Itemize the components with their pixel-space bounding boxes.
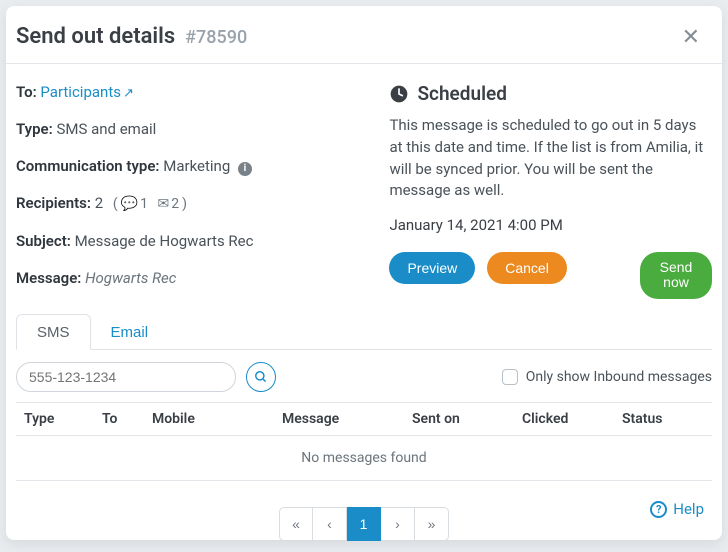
field-type: Type SMS and email — [16, 119, 365, 140]
message-value: Hogwarts Rec — [85, 269, 176, 287]
modal-body: To Participants↗ Type SMS and email Comm… — [6, 64, 722, 305]
details-panel: To Participants↗ Type SMS and email Comm… — [16, 82, 365, 305]
page-title: Send out details — [16, 24, 175, 49]
close-icon: ✕ — [682, 24, 700, 49]
cancel-button[interactable]: Cancel — [487, 252, 567, 284]
comm-type-label: Communication type — [16, 157, 163, 175]
comm-type-value: Marketing — [163, 157, 230, 175]
preview-button[interactable]: Preview — [389, 252, 475, 284]
close-button[interactable]: ✕ — [682, 26, 700, 48]
messages-table: Type To Mobile Message Sent on Clicked S… — [16, 402, 712, 481]
status-panel: Scheduled This message is scheduled to g… — [389, 82, 712, 305]
email-icon: ✉ — [157, 195, 169, 215]
inbound-filter[interactable]: Only show Inbound messages — [502, 369, 712, 385]
search-icon — [254, 370, 268, 384]
page-1[interactable]: 1 — [347, 507, 381, 541]
page-last[interactable]: » — [415, 507, 449, 541]
send-now-button[interactable]: Send now — [640, 252, 712, 299]
help-link[interactable]: ? Help — [650, 500, 704, 518]
action-buttons: Preview Cancel Send now — [389, 252, 712, 299]
send-out-details-modal: Send out details #78590 ✕ To Participant… — [6, 6, 722, 540]
search-button[interactable] — [246, 362, 276, 392]
recipients-breakdown: (💬1 ✉2) — [113, 196, 187, 212]
field-comm-type: Communication type Marketing i — [16, 156, 365, 177]
page-next[interactable]: › — [381, 507, 415, 541]
col-clicked: Clicked — [514, 402, 614, 435]
clock-icon — [389, 84, 409, 104]
field-recipients: Recipients 2 (💬1 ✉2) — [16, 193, 365, 215]
col-message: Message — [274, 402, 404, 435]
status-description: This message is scheduled to go out in 5… — [389, 115, 712, 202]
page-first[interactable]: « — [279, 507, 313, 541]
col-sent-on: Sent on — [404, 402, 514, 435]
status-heading: Scheduled — [389, 82, 712, 105]
tab-email[interactable]: Email — [91, 314, 169, 350]
sms-icon: 💬 — [121, 195, 138, 215]
field-message: Message Hogwarts Rec — [16, 268, 365, 289]
record-id: #78590 — [185, 27, 247, 48]
recipients-label: Recipients — [16, 194, 95, 212]
help-icon: ? — [650, 501, 667, 518]
tab-sms[interactable]: SMS — [16, 314, 91, 350]
col-mobile: Mobile — [144, 402, 274, 435]
type-label: Type — [16, 120, 56, 138]
status-datetime: January 14, 2021 4:00 PM — [389, 216, 712, 234]
table-header-row: Type To Mobile Message Sent on Clicked S… — [16, 402, 712, 435]
info-icon[interactable]: i — [238, 162, 252, 176]
external-link-icon: ↗ — [123, 86, 134, 101]
recipients-count: 2 — [95, 194, 103, 212]
subject-value: Message de Hogwarts Rec — [75, 232, 254, 250]
to-label: To — [16, 83, 40, 101]
page-prev[interactable]: ‹ — [313, 507, 347, 541]
subject-label: Subject — [16, 232, 75, 250]
to-link[interactable]: Participants↗ — [40, 83, 133, 101]
modal-header: Send out details #78590 ✕ — [6, 6, 722, 64]
inbound-checkbox[interactable] — [502, 369, 518, 385]
field-to: To Participants↗ — [16, 82, 365, 103]
col-type: Type — [16, 402, 94, 435]
pagination: « ‹ 1 › » — [6, 507, 722, 541]
field-subject: Subject Message de Hogwarts Rec — [16, 231, 365, 252]
inbound-label: Only show Inbound messages — [526, 369, 712, 385]
tabs: SMS Email — [16, 313, 712, 350]
filter-row: Only show Inbound messages — [6, 350, 722, 402]
phone-search-input[interactable] — [16, 362, 236, 392]
col-status: Status — [614, 402, 712, 435]
empty-state-row: No messages found — [16, 435, 712, 480]
col-to: To — [94, 402, 144, 435]
empty-message: No messages found — [16, 435, 712, 480]
message-label: Message — [16, 269, 85, 287]
modal-title: Send out details #78590 — [16, 24, 247, 49]
type-value: SMS and email — [56, 120, 156, 138]
